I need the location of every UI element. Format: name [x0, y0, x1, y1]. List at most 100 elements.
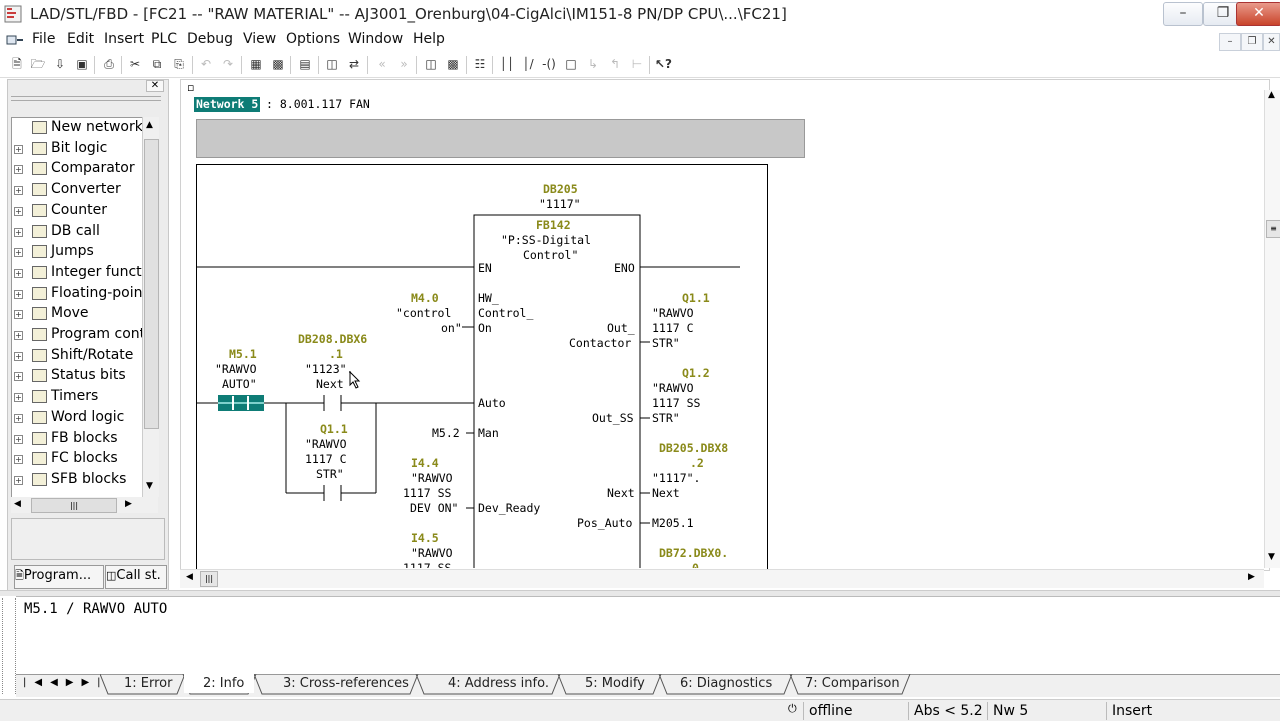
app-icon[interactable]: [4, 5, 22, 23]
coil-icon[interactable]: -(): [541, 56, 557, 72]
tree-item[interactable]: + Status bits: [12, 366, 143, 386]
network-icon[interactable]: ▤: [297, 56, 313, 72]
menu-options[interactable]: Options: [286, 31, 340, 47]
branch-close-icon[interactable]: ↰: [607, 56, 623, 72]
tree-item[interactable]: + FC blocks: [12, 449, 143, 469]
tree-item[interactable]: + Counter: [12, 201, 143, 221]
q11-contact-address[interactable]: Q1.1: [320, 422, 348, 437]
grid-icon[interactable]: ☷: [472, 56, 488, 72]
tree-item[interactable]: New network: [12, 118, 143, 138]
tree-item[interactable]: + Converter: [12, 180, 143, 200]
tab-cross-references[interactable]: 3: Cross-references: [283, 674, 409, 694]
network-title[interactable]: Network 5: [194, 97, 261, 112]
m40-address[interactable]: M4.0: [411, 291, 439, 306]
tree-item[interactable]: + Bit logic: [12, 139, 143, 159]
editor-hscroll-thumb[interactable]: |||: [200, 571, 218, 587]
scroll-up-icon[interactable]: ▲: [146, 120, 153, 130]
monitor-icon[interactable]: ▦: [248, 56, 264, 72]
tree-item[interactable]: + Floating-point: [12, 284, 143, 304]
new-icon[interactable]: 🗎: [9, 56, 25, 72]
open-icon[interactable]: 🗁: [30, 56, 46, 72]
first-tab-icon[interactable]: |◀: [23, 677, 50, 688]
tab-info[interactable]: 2: Info: [203, 674, 244, 694]
tree-item[interactable]: + Move: [12, 304, 143, 324]
minimize-icon[interactable]: –: [1163, 2, 1203, 26]
save-icon[interactable]: ▣: [74, 56, 90, 72]
next-tab-icon[interactable]: ▶: [66, 677, 82, 688]
branch-open-icon[interactable]: ↳: [585, 56, 601, 72]
menu-insert[interactable]: Insert: [104, 31, 144, 47]
editor-horizontal-scrollbar[interactable]: ◀ ||| ▶: [180, 569, 1264, 588]
menu-plc[interactable]: PLC: [151, 31, 177, 47]
undo-icon[interactable]: ↶: [198, 56, 214, 72]
tree-item[interactable]: + FB blocks: [12, 429, 143, 449]
tree-hscroll-thumb[interactable]: |||: [31, 498, 117, 513]
scroll-down-icon[interactable]: ▼: [146, 481, 153, 491]
scroll-up-icon[interactable]: ▲: [1268, 90, 1275, 100]
expand-icon[interactable]: +: [14, 351, 23, 361]
copy-icon[interactable]: ⧉: [149, 56, 165, 72]
tab-navigation[interactable]: |◀◀▶▶|: [23, 677, 109, 688]
scroll-right-icon[interactable]: ▶: [1248, 572, 1255, 582]
cut-icon[interactable]: ✂: [127, 56, 143, 72]
tree-item[interactable]: + DB call: [12, 222, 143, 242]
help-icon[interactable]: ↖?: [655, 56, 672, 72]
print-icon[interactable]: ⎙: [101, 56, 117, 72]
tab-modify[interactable]: 5: Modify: [585, 674, 645, 694]
expand-icon[interactable]: +: [14, 227, 23, 237]
expand-icon[interactable]: +: [14, 475, 23, 485]
paste-icon[interactable]: ⎘: [171, 56, 187, 72]
scroll-left-icon[interactable]: ◀: [186, 572, 193, 582]
menu-help[interactable]: Help: [413, 31, 445, 47]
contact-nc-icon[interactable]: │/: [520, 56, 536, 72]
tree-item[interactable]: + Timers: [12, 387, 143, 407]
expand-icon[interactable]: +: [14, 372, 23, 382]
menu-file[interactable]: File: [32, 31, 55, 47]
db72-address-line1[interactable]: DB72.DBX0.: [659, 546, 728, 561]
q12-output-address[interactable]: Q1.2: [682, 366, 710, 381]
scroll-down-icon[interactable]: ▼: [1268, 552, 1275, 562]
expand-icon[interactable]: +: [14, 206, 23, 216]
box-icon[interactable]: □: [563, 56, 579, 72]
tree-item[interactable]: + SFB blocks: [12, 470, 143, 490]
tree-item[interactable]: + Program contr: [12, 325, 143, 345]
blocks-icon[interactable]: ◫: [324, 56, 340, 72]
overview-icon[interactable]: ◫: [423, 56, 439, 72]
menu-view[interactable]: View: [243, 31, 276, 47]
tree-item[interactable]: + Shift/Rotate: [12, 346, 143, 366]
tree-item[interactable]: + Jumps: [12, 242, 143, 262]
expand-icon[interactable]: +: [14, 268, 23, 278]
document-menu-icon[interactable]: [6, 33, 24, 47]
contact-m51-selected[interactable]: [218, 395, 264, 411]
db205-dbx-address-line1[interactable]: DB205.DBX8: [659, 441, 728, 456]
i45-address[interactable]: I4.5: [411, 531, 439, 546]
editor-vertical-scrollbar[interactable]: ▲ ≡ ▼: [1264, 90, 1280, 568]
network-comment-box[interactable]: [196, 119, 805, 158]
expand-icon[interactable]: +: [14, 393, 23, 403]
tree-item[interactable]: + Comparator: [12, 159, 143, 179]
m51-address[interactable]: M5.1: [229, 347, 257, 362]
mdi-minimize-icon[interactable]: –: [1219, 33, 1241, 51]
tree-item[interactable]: + Integer functic: [12, 263, 143, 283]
editor-scroll-thumb[interactable]: ≡: [1266, 220, 1280, 238]
menu-debug[interactable]: Debug: [187, 31, 233, 47]
expand-icon[interactable]: +: [14, 455, 23, 465]
expand-icon[interactable]: +: [14, 289, 23, 299]
tab-comparison[interactable]: 7: Comparison: [805, 674, 900, 694]
db208-address-line1[interactable]: DB208.DBX6: [298, 332, 367, 347]
expand-icon[interactable]: +: [14, 144, 23, 154]
prev-tab-icon[interactable]: ◀: [50, 677, 66, 688]
contact-no-icon[interactable]: ││: [499, 56, 515, 72]
expand-icon[interactable]: +: [14, 331, 23, 340]
expand-icon[interactable]: +: [14, 248, 23, 258]
tree-scroll-thumb[interactable]: [144, 139, 159, 429]
network-comment[interactable]: : 8.001.117 FAN: [266, 97, 370, 112]
plc-icon[interactable]: ▩: [270, 56, 286, 72]
tab-program-elements[interactable]: 🗎Program...: [14, 565, 104, 589]
tree-horizontal-scrollbar[interactable]: ◀ ||| ▶: [11, 497, 158, 513]
mdi-restore-icon[interactable]: ❐: [1241, 33, 1263, 51]
tab-address-info[interactable]: 4: Address info.: [448, 674, 549, 694]
i44-address[interactable]: I4.4: [411, 456, 439, 471]
m2051-output-address[interactable]: M205.1: [652, 516, 694, 531]
redo-icon[interactable]: ↷: [220, 56, 236, 72]
